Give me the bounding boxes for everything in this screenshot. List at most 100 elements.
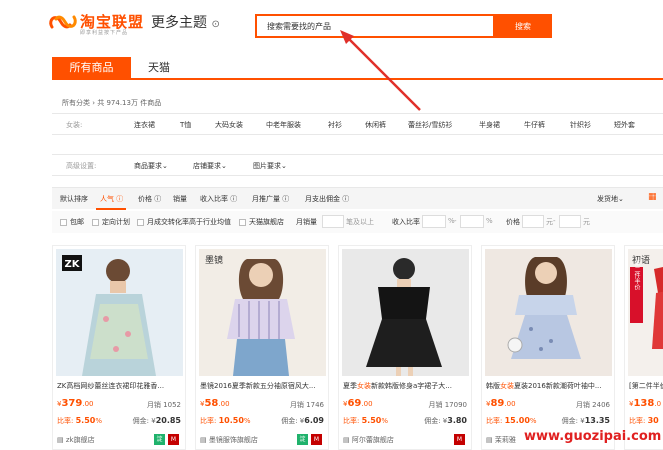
search-button[interactable]: 搜索: [494, 14, 552, 38]
tmall-badge-icon: M: [168, 434, 179, 445]
ratio-min-input[interactable]: [422, 215, 446, 228]
category-item[interactable]: 针织衫: [570, 120, 591, 130]
tab-all-products[interactable]: 所有商品: [52, 57, 131, 79]
monthly-sales: 月销 2406: [575, 401, 610, 409]
category-item[interactable]: 休闲裤: [365, 120, 386, 130]
filter-row: 包邮 定向计划 月成交转化率高于行业均值 天猫旗舰店 月销量 笔及以上 收入比率…: [52, 211, 663, 233]
ratio-max-input[interactable]: [460, 215, 484, 228]
sort-sales[interactable]: 销量: [173, 194, 187, 204]
category-item[interactable]: 中老年服装: [266, 120, 301, 130]
shop-requirement-dropdown[interactable]: 店铺要求⌄: [193, 161, 227, 171]
product-image[interactable]: 初语 第二件半价: [628, 249, 663, 376]
advanced-settings-row: 高级设置: 商品要求⌄ 店铺要求⌄ 图片要求⌄: [52, 154, 663, 176]
shop-icon: ▤: [200, 436, 207, 444]
service-badge-icon: 淀: [154, 434, 165, 445]
above-label: 笔及以上: [346, 218, 374, 226]
sort-bar: 默认排序 人气 ⓘ 价格 ⓘ 销量 收入比率 ⓘ 月推广量 ⓘ 月支出佣金 ⓘ …: [52, 187, 663, 210]
shop-name[interactable]: ▤ zk旗舰店: [57, 435, 95, 445]
info-icon: ⓘ: [342, 195, 350, 203]
sort-label: 月推广量: [252, 195, 280, 203]
search-input[interactable]: [267, 19, 487, 33]
info-icon: ⓘ: [116, 195, 124, 203]
category-item[interactable]: 连衣裙: [134, 120, 155, 130]
shop-name[interactable]: ▤ 阿尔蕾旗舰店: [343, 435, 394, 445]
product-card[interactable]: 墨镜 墨镜2016夏季新款五分袖原宿风大... ¥58.00 月销 1746 比…: [195, 245, 329, 450]
product-card[interactable]: 夏季女装新款韩版修身a字裙子大... ¥69.00 月销 17090 比率: 5…: [338, 245, 472, 450]
category-item[interactable]: 半身裙: [479, 120, 500, 130]
tab-tmall[interactable]: 天猫: [134, 57, 184, 79]
tmall-badge-icon: M: [454, 434, 465, 445]
tab-underline: [52, 78, 663, 80]
product-card[interactable]: ZK ZK高档网纱蕾丝连衣裙印花雅香... ¥379.00 月销 1052 比率…: [52, 245, 186, 450]
product-requirement-dropdown[interactable]: 商品要求⌄: [134, 161, 168, 171]
sort-default[interactable]: 默认排序: [60, 194, 88, 204]
commission-amount: 佣金: ¥3.80: [424, 416, 467, 425]
category-item[interactable]: 短外套: [614, 120, 635, 130]
commission-ratio: 比率: 10.50%: [200, 416, 251, 425]
watermark-text: www.guozipai.com: [524, 429, 662, 444]
monthly-sales-input[interactable]: [322, 215, 344, 228]
sort-income-ratio[interactable]: 收入比率 ⓘ: [200, 194, 237, 204]
shop-icon: ▤: [486, 436, 493, 444]
product-title[interactable]: 夏季女装新款韩版修身a字裙子大...: [343, 381, 469, 391]
price-max-input[interactable]: [559, 215, 581, 228]
filter-label: 天猫旗舰店: [249, 218, 284, 226]
chevron-down-icon: ⌄: [281, 162, 287, 170]
category-label: 女装:: [66, 121, 83, 129]
targeted-plan-checkbox[interactable]: [92, 219, 99, 226]
product-price: ¥58.00: [200, 398, 230, 409]
product-title[interactable]: [第二件半价]: [629, 381, 663, 391]
shop-name[interactable]: ▤ 茉莉雅: [486, 435, 516, 445]
dash-label: -: [454, 217, 457, 225]
yuan-label: 元: [546, 218, 553, 226]
sort-monthly-promo[interactable]: 月推广量 ⓘ: [252, 194, 289, 204]
sort-price[interactable]: 价格 ⓘ: [138, 194, 161, 204]
commission-amount: 佣金: ¥20.85: [132, 416, 181, 425]
sort-label: 收入比率: [200, 195, 228, 203]
category-item[interactable]: T恤: [180, 120, 191, 130]
grid-view-icon[interactable]: ▦: [648, 192, 657, 202]
chevron-down-icon: ⌄: [618, 195, 624, 203]
category-item[interactable]: 蕾丝衫/雪纺衫: [408, 120, 452, 130]
tmall-badge-icon: M: [311, 434, 322, 445]
monthly-sales: 月销 1052: [146, 401, 181, 409]
product-image[interactable]: 墨镜: [199, 249, 326, 376]
product-title[interactable]: ZK高档网纱蕾丝连衣裙印花雅香...: [57, 381, 183, 391]
sort-monthly-commission[interactable]: 月支出佣金 ⓘ: [305, 194, 349, 204]
product-image[interactable]: [342, 249, 469, 376]
chevron-down-icon: ⌄: [221, 162, 227, 170]
active-sort-underline: [96, 208, 126, 210]
image-requirement-dropdown[interactable]: 图片要求⌄: [253, 161, 287, 171]
product-title[interactable]: 墨镜2016夏季新款五分袖原宿风大...: [200, 381, 326, 391]
more-themes-link[interactable]: 更多主题 ⊙: [151, 12, 220, 32]
product-price: ¥89.00: [486, 398, 516, 409]
filter-label: 月成交转化率高于行业均值: [147, 218, 231, 226]
taobao-union-logo-icon[interactable]: [48, 12, 78, 32]
category-item[interactable]: 大码女装: [215, 120, 243, 130]
product-card[interactable]: 初语 第二件半价 [第二件半价] ¥138.0 比率: 30: [624, 245, 663, 450]
dropdown-label: 发货地: [597, 195, 618, 203]
product-image[interactable]: [485, 249, 612, 376]
dropdown-label: 商品要求: [134, 162, 162, 170]
dropdown-label: 店铺要求: [193, 162, 221, 170]
price-min-input[interactable]: [522, 215, 544, 228]
tmall-flagship-checkbox[interactable]: [239, 219, 246, 226]
shop-icon: ▤: [343, 436, 350, 444]
breadcrumb: 所有分类 › 共 974.13万 件商品: [62, 99, 162, 107]
search-box[interactable]: [255, 14, 495, 38]
info-icon: ⓘ: [282, 195, 290, 203]
product-image[interactable]: ZK: [56, 249, 183, 376]
half-price-promo-label: 第二件半价: [633, 259, 640, 290]
category-item[interactable]: 牛仔裤: [524, 120, 545, 130]
shop-name[interactable]: ▤ 墨镜服饰旗舰店: [200, 435, 258, 445]
category-item[interactable]: 衬衫: [328, 120, 342, 130]
product-title[interactable]: 韩版女装夏装2016新款潮荷叶袖中...: [486, 381, 612, 391]
commission-ratio: 比率: 30: [629, 416, 659, 425]
ship-from-dropdown[interactable]: 发货地⌄: [597, 194, 624, 204]
sort-label: 人气: [100, 195, 114, 203]
sort-popularity[interactable]: 人气 ⓘ: [100, 194, 123, 204]
conversion-checkbox[interactable]: [137, 219, 144, 226]
advanced-label: 高级设置:: [66, 162, 97, 170]
product-card[interactable]: 韩版女装夏装2016新款潮荷叶袖中... ¥89.00 月销 2406 比率: …: [481, 245, 615, 450]
free-shipping-checkbox[interactable]: [60, 219, 67, 226]
